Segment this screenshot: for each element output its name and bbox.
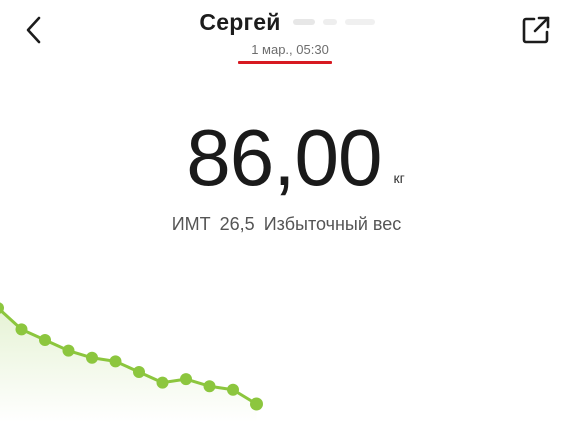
trend-point[interactable]: [156, 376, 169, 389]
back-button[interactable]: [14, 10, 54, 50]
trend-point[interactable]: [86, 351, 98, 364]
share-external-icon: [522, 16, 550, 44]
share-button[interactable]: [514, 10, 558, 50]
trend-area: [0, 309, 257, 422]
trend-point[interactable]: [250, 397, 263, 411]
weight-value: 86,00: [186, 113, 382, 202]
bmi-value: 26,5: [219, 214, 255, 234]
redacted-surname: [289, 13, 381, 31]
title-block: Сергей 1 мар., 05:30: [150, 6, 430, 59]
date-annotation-underline: [238, 61, 332, 64]
weight-status: Избыточный вес: [263, 214, 402, 234]
chevron-left-icon: [26, 16, 41, 44]
trend-point[interactable]: [180, 373, 192, 386]
trend-point[interactable]: [62, 344, 75, 357]
trend-svg: [0, 302, 263, 422]
top-bar: Сергей 1 мар., 05:30: [0, 0, 573, 80]
bmi-label: ИМТ: [171, 214, 211, 234]
trend-point[interactable]: [133, 366, 145, 378]
bmi-line: ИМТ 26,5 Избыточный вес: [0, 214, 573, 235]
trend-point[interactable]: [203, 380, 216, 393]
user-name: Сергей: [199, 8, 281, 35]
trend-point[interactable]: [39, 334, 51, 346]
weight-display: 86,00 кг: [0, 118, 573, 198]
measurement-date: 1 мар., 05:30: [251, 42, 329, 57]
weight-unit: кг: [393, 170, 405, 186]
trend-point[interactable]: [227, 383, 239, 396]
trend-point[interactable]: [109, 355, 122, 368]
weight-trend-chart[interactable]: [0, 290, 573, 422]
trend-point[interactable]: [15, 323, 28, 336]
